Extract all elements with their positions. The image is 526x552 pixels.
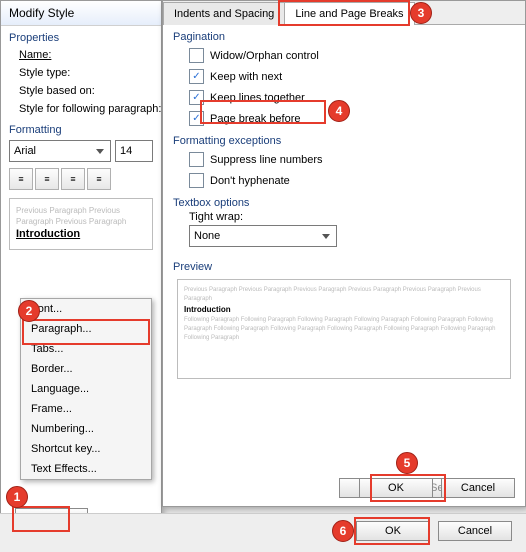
hyphenate-label: Don't hyphenate [210,175,290,187]
menu-shortcut[interactable]: Shortcut key... [21,439,151,459]
style-type-label: Style type: [1,64,161,82]
ok-button[interactable]: OK [359,478,433,498]
paragraph-tabs: Indents and Spacing Line and Page Breaks [163,1,525,25]
outer-ok-button[interactable]: OK [356,521,430,541]
keep-lines-checkbox[interactable]: ✓ [189,90,204,105]
font-select[interactable]: Arial [9,140,111,162]
callout-2: 2 [18,300,40,322]
modify-style-title: Modify Style [1,1,161,26]
align-center-button[interactable]: ≡ [35,168,59,190]
tight-wrap-select[interactable]: None [189,225,337,247]
menu-border[interactable]: Border... [21,359,151,379]
style-preview: Previous Paragraph Previous Paragraph Pr… [9,198,153,250]
tab-line-page-breaks[interactable]: Line and Page Breaks [284,2,414,25]
page-break-label: Page break before [210,113,301,125]
style-following-label: Style for following paragraph: [1,100,161,118]
callout-3: 3 [410,2,432,24]
style-based-label: Style based on: [1,82,161,100]
menu-paragraph[interactable]: Paragraph... [21,319,151,339]
formatting-heading: Formatting [1,118,161,138]
page-break-checkbox[interactable]: ✓ [189,111,204,126]
callout-4: 4 [328,100,350,122]
format-menu: Font... Paragraph... Tabs... Border... L… [20,298,152,480]
paragraph-preview: Previous Paragraph Previous Paragraph Pr… [177,279,511,379]
hyphenate-checkbox[interactable] [189,173,204,188]
menu-language[interactable]: Language... [21,379,151,399]
outer-button-bar: OK Cancel [0,513,526,552]
chevron-down-icon [96,149,104,154]
align-right-button[interactable]: ≡ [61,168,85,190]
name-label: Name: [1,46,161,64]
fmt-exceptions-heading: Formatting exceptions [163,129,525,149]
menu-tabs[interactable]: Tabs... [21,339,151,359]
align-justify-button[interactable]: ≡ [87,168,111,190]
tab-indents[interactable]: Indents and Spacing [163,2,285,25]
suppress-checkbox[interactable] [189,152,204,167]
properties-heading: Properties [1,26,161,46]
textbox-heading: Textbox options [163,191,525,211]
callout-1: 1 [6,486,28,508]
menu-numbering[interactable]: Numbering... [21,419,151,439]
tight-wrap-label: Tight wrap: [163,211,525,223]
menu-font[interactable]: Font... [21,299,151,319]
paragraph-dialog: Indents and Spacing Line and Page Breaks… [162,0,526,507]
keep-lines-label: Keep lines together [210,92,305,104]
widow-label: Widow/Orphan control [210,50,319,62]
menu-text-effects[interactable]: Text Effects... [21,459,151,479]
keep-next-label: Keep with next [210,71,282,83]
preview-heading: Preview [163,255,525,275]
align-buttons: ≡ ≡ ≡ ≡ [1,164,161,194]
widow-checkbox[interactable] [189,48,204,63]
outer-cancel-button[interactable]: Cancel [438,521,512,541]
pagination-heading: Pagination [163,25,525,45]
keep-next-checkbox[interactable]: ✓ [189,69,204,84]
suppress-label: Suppress line numbers [210,154,323,166]
callout-6: 6 [332,520,354,542]
cancel-button[interactable]: Cancel [441,478,515,498]
align-left-button[interactable]: ≡ [9,168,33,190]
chevron-down-icon [322,234,330,239]
menu-frame[interactable]: Frame... [21,399,151,419]
callout-5: 5 [396,452,418,474]
font-size-select[interactable]: 14 [115,140,153,162]
